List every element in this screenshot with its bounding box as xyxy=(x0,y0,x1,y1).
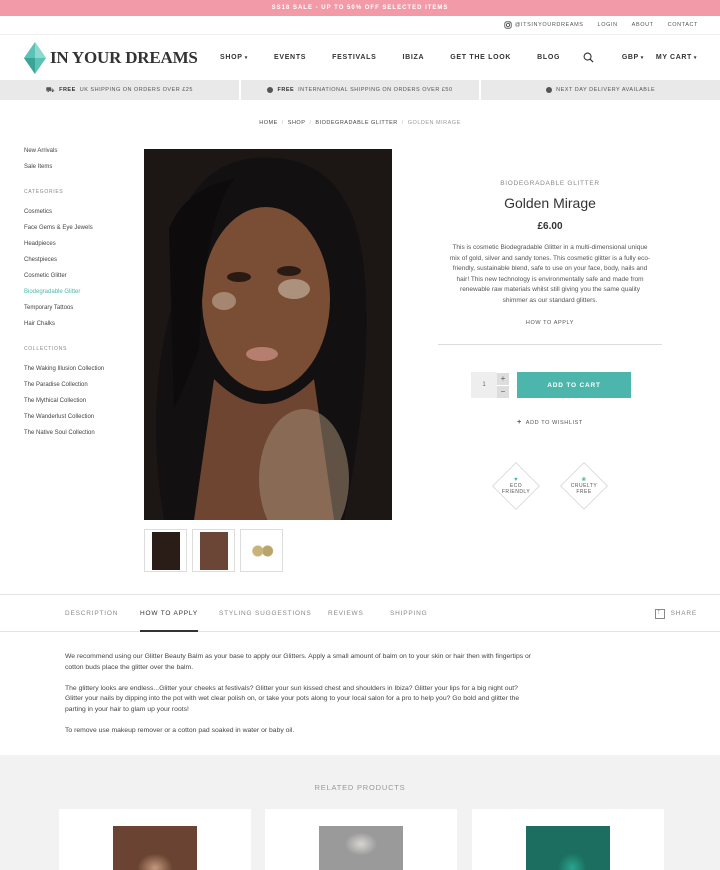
sidebar-item-face-gems[interactable]: Face Gems & Eye Jewels xyxy=(24,223,134,239)
thumbnail-1[interactable] xyxy=(144,529,187,572)
product-price: £6.00 xyxy=(537,221,563,232)
contact-link[interactable]: CONTACT xyxy=(668,22,698,28)
eco-friendly-badge: ♥ ECO FRIENDLY xyxy=(491,461,541,511)
qty-increase-button[interactable]: + xyxy=(497,372,509,385)
thumbnail-3[interactable] xyxy=(240,529,283,572)
tab-how-to-apply[interactable]: HOW TO APPLY xyxy=(140,595,199,632)
quantity-input[interactable]: 1 xyxy=(471,372,497,398)
breadcrumb-shop[interactable]: SHOP xyxy=(288,120,306,126)
wishlist-row: + ADD TO WISHLIST xyxy=(438,419,662,426)
shipping-bar: ⛟ FREE UK SHIPPING ON ORDERS OVER £25 FRE… xyxy=(0,80,720,100)
sidebar-item-cosmetics[interactable]: Cosmetics xyxy=(24,207,134,223)
cruelty-free-badge: ❀ CRUELTY FREE xyxy=(559,461,609,511)
sidebar: New Arrivals Sale Items CATEGORIES Cosme… xyxy=(24,146,134,444)
product-main-image[interactable] xyxy=(144,149,392,520)
tab-content: We recommend using our Glitter Beauty Ba… xyxy=(65,652,535,747)
sidebar-sale-items[interactable]: Sale Items xyxy=(24,162,134,178)
related-product-image xyxy=(526,826,610,870)
product-info: BIODEGRADABLE GLITTER Golden Mirage £6.0… xyxy=(438,180,662,345)
ship-uk: ⛟ FREE UK SHIPPING ON ORDERS OVER £25 xyxy=(0,80,239,100)
clock-icon xyxy=(546,87,553,93)
tab-reviews[interactable]: REVIEWS xyxy=(328,595,364,632)
add-to-cart-button[interactable]: ADD TO CART xyxy=(517,372,631,398)
currency-select[interactable]: GBP xyxy=(622,54,644,61)
truck-icon: ⛟ xyxy=(45,86,56,94)
sidebar-item-headpieces[interactable]: Headpieces xyxy=(24,239,134,255)
ship-next-day: NEXT DAY DELIVERY AVAILABLE xyxy=(481,80,720,100)
promo-banner[interactable]: SS18 SALE - UP TO 50% OFF SELECTED ITEMS xyxy=(0,0,720,16)
nav-festivals[interactable]: FESTIVALS xyxy=(332,54,376,61)
logo[interactable]: IN YOUR DREAMS xyxy=(24,41,198,74)
nav-get-the-look[interactable]: GET THE LOOK xyxy=(450,54,511,61)
globe-icon xyxy=(267,87,274,93)
share-button[interactable]: SHARE xyxy=(654,595,697,632)
instagram-link[interactable]: @ITSINYOURDREAMS xyxy=(504,21,584,29)
thumbnail-2[interactable] xyxy=(192,529,235,572)
header-actions: GBP MY CART xyxy=(583,52,697,63)
site-header: IN YOUR DREAMS SHOP EVENTS FESTIVALS IBI… xyxy=(0,34,720,80)
sidebar-item-mythical[interactable]: The Mythical Collection xyxy=(24,396,134,412)
breadcrumb: HOME / SHOP / BIODEGRADABLE GLITTER / GOLDEN M… xyxy=(259,120,461,126)
sidebar-item-chestpieces[interactable]: Chestpieces xyxy=(24,255,134,271)
diamond-logo-icon xyxy=(24,41,46,74)
tab-shipping[interactable]: SHIPPING xyxy=(390,595,427,632)
add-to-wishlist-link[interactable]: ADD TO WISHLIST xyxy=(526,420,583,426)
sidebar-item-hair-chalks[interactable]: Hair Chalks xyxy=(24,319,134,335)
share-icon xyxy=(654,607,665,619)
content-paragraph-1: We recommend using our Glitter Beauty Ba… xyxy=(65,653,532,671)
tab-description[interactable]: DESCRIPTION xyxy=(65,595,118,632)
related-products: RELATED PRODUCTS xyxy=(0,755,720,870)
sidebar-new-arrivals[interactable]: New Arrivals xyxy=(24,146,134,162)
related-product-image xyxy=(113,826,197,870)
main-nav: SHOP EVENTS FESTIVALS IBIZA GET THE LOOK… xyxy=(220,54,560,61)
related-product-card[interactable] xyxy=(59,809,251,870)
content-paragraph-3: To remove use makeup remover or a cotton… xyxy=(65,726,295,734)
breadcrumb-current: GOLDEN MIRAGE xyxy=(407,120,461,126)
login-link[interactable]: LOGIN xyxy=(598,22,618,28)
sidebar-item-wanderlust[interactable]: The Wanderlust Collection xyxy=(24,412,134,428)
quantity-stepper: + − xyxy=(497,372,509,398)
nav-events[interactable]: EVENTS xyxy=(274,54,306,61)
sidebar-item-native-soul[interactable]: The Native Soul Collection xyxy=(24,428,134,444)
tab-styling-suggestions[interactable]: STYLING SUGGESTIONS xyxy=(219,595,312,632)
related-product-image xyxy=(319,826,403,870)
related-products-title: RELATED PRODUCTS xyxy=(314,783,406,792)
instagram-icon xyxy=(504,21,512,29)
related-product-card[interactable] xyxy=(265,809,457,870)
nav-ibiza[interactable]: IBIZA xyxy=(402,54,424,61)
search-icon[interactable] xyxy=(583,52,594,63)
add-to-cart-row: 1 + − ADD TO CART xyxy=(471,372,631,398)
product-description: This is cosmetic Biodegradable Glitter i… xyxy=(449,244,651,304)
plus-icon: + xyxy=(517,419,522,426)
breadcrumb-home[interactable]: HOME xyxy=(259,120,278,126)
related-product-card[interactable] xyxy=(472,809,664,870)
logo-text: IN YOUR DREAMS xyxy=(50,47,198,67)
sidebar-item-cosmetic-glitter[interactable]: Cosmetic Glitter xyxy=(24,271,134,287)
sidebar-item-paradise[interactable]: The Paradise Collection xyxy=(24,380,134,396)
sidebar-categories-heading: CATEGORIES xyxy=(24,189,64,195)
product-tabs: DESCRIPTION HOW TO APPLY STYLING SUGGEST… xyxy=(0,594,720,632)
cart-button[interactable]: MY CART xyxy=(656,54,697,61)
thumbnail-strip xyxy=(144,529,283,572)
nav-blog[interactable]: BLOG xyxy=(537,54,560,61)
nav-shop[interactable]: SHOP xyxy=(220,54,248,61)
product-category[interactable]: BIODEGRADABLE GLITTER xyxy=(438,180,662,187)
qty-decrease-button[interactable]: − xyxy=(497,385,509,398)
sidebar-item-waking-illusion[interactable]: The Waking Illusion Collection xyxy=(24,364,134,380)
ship-international: FREE INTERNATIONAL SHIPPING ON ORDERS OVE… xyxy=(240,80,480,100)
utility-bar: @ITSINYOURDREAMS LOGIN ABOUT CONTACT xyxy=(0,16,720,34)
about-link[interactable]: ABOUT xyxy=(632,22,654,28)
model-portrait-image xyxy=(156,157,367,520)
how-to-apply-link: HOW TO APPLY xyxy=(438,320,662,345)
sidebar-item-temporary-tattoos[interactable]: Temporary Tattoos xyxy=(24,303,134,319)
breadcrumb-category[interactable]: BIODEGRADABLE GLITTER xyxy=(315,120,397,126)
product-title: Golden Mirage xyxy=(504,195,596,211)
sidebar-collections-heading: COLLECTIONS xyxy=(24,346,67,352)
content-paragraph-2: The glittery looks are endless...Glitter… xyxy=(65,684,520,713)
sidebar-item-biodegradable-glitter[interactable]: Biodegradable Glitter xyxy=(24,287,134,303)
